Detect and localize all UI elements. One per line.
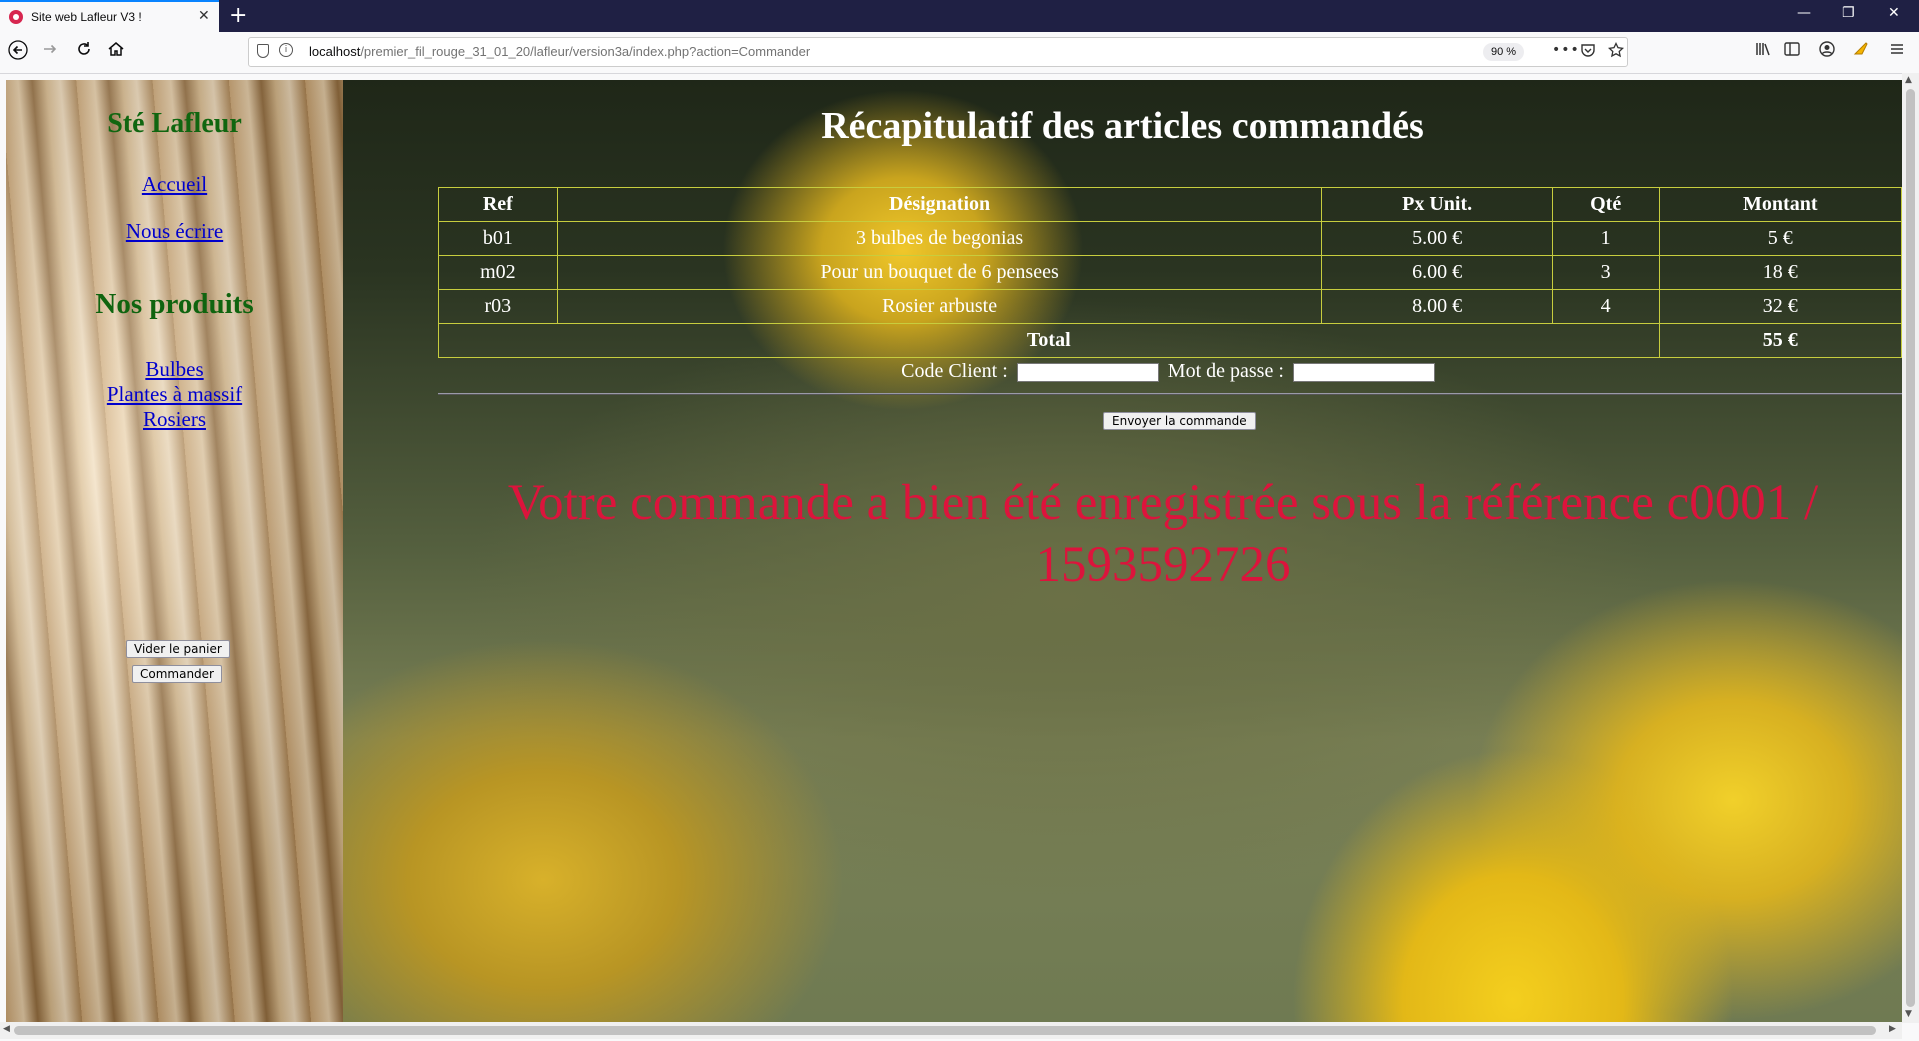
reload-icon[interactable] [72,40,96,64]
total-row: Total 55 € [438,323,1902,358]
browser-tab[interactable]: Site web Lafleur V3 ! ✕ [0,0,219,32]
cell-amount: 5 € [1658,221,1902,256]
sidebar-icon[interactable] [1783,40,1801,62]
column-header-quantity: Qté [1551,187,1660,222]
page-title: Récapitulatif des articles commandés [821,105,1424,147]
home-icon[interactable] [104,40,128,64]
cell-quantity: 4 [1551,289,1660,324]
extension-icon[interactable] [1852,40,1870,62]
password-label: Mot de passe : [1167,360,1284,382]
close-tab-icon[interactable]: ✕ [198,8,210,24]
order-confirmation-message: Votre commande a bien été enregistrée so… [507,475,1819,593]
divider [438,393,1902,395]
column-header-unit-price: Px Unit. [1321,187,1553,222]
products-heading: Nos produits [95,288,254,320]
nav-link-nous-ecrire[interactable]: Nous écrire [6,219,343,244]
scroll-up-icon[interactable]: ▲ [1905,75,1912,85]
close-window-button[interactable]: ✕ [1888,5,1900,21]
site-title: Sté Lafleur [107,108,242,139]
web-page: Sté Lafleur Accueil Nous écrire Nos prod… [6,80,1902,1022]
library-icon[interactable] [1754,40,1772,62]
password-input[interactable] [1292,362,1435,382]
back-arrow-icon[interactable] [6,40,30,64]
more-icon[interactable]: ••• [1552,42,1580,58]
product-link-bulbes[interactable]: Bulbes [6,357,343,382]
cell-unit-price: 8.00 € [1321,289,1553,324]
zoom-level-badge[interactable]: 90 % [1483,43,1525,61]
scroll-right-icon[interactable]: ▶ [1889,1024,1896,1034]
scroll-down-icon[interactable]: ▼ [1905,1009,1912,1019]
column-header-designation: Désignation [556,187,1323,222]
client-code-label: Code Client : [901,360,1008,382]
horizontal-scrollbar[interactable]: ◀ ▶ [0,1022,1902,1039]
order-button[interactable]: Commander [132,665,222,683]
pocket-icon[interactable] [1580,42,1596,62]
table-header-row: Ref Désignation Px Unit. Qté Montant [438,187,1902,222]
url-text[interactable]: localhost/premier_fil_rouge_31_01_20/laf… [309,44,810,59]
table-row: b01 3 bulbes de begonias 5.00 € 1 5 € [438,221,1902,256]
cell-unit-price: 6.00 € [1321,255,1553,290]
navigation-toolbar: i localhost/premier_fil_rouge_31_01_20/l… [0,32,1919,74]
table-row: m02 Pour un bouquet de 6 pensees 6.00 € … [438,255,1902,290]
tab-title: Site web Lafleur V3 ! [31,10,142,24]
order-summary-table: Ref Désignation Px Unit. Qté Montant b01… [438,187,1902,358]
vertical-scrollbar[interactable]: ▲ ▼ [1902,73,1919,1023]
main-content: Récapitulatif des articles commandés Ref… [343,80,1902,1022]
table-row: r03 Rosier arbuste 8.00 € 4 32 € [438,289,1902,324]
menu-icon[interactable] [1888,40,1906,62]
forward-arrow-icon[interactable] [38,40,62,64]
restore-button[interactable]: ❐ [1842,5,1855,21]
send-order-button[interactable]: Envoyer la commande [1103,412,1256,430]
login-form: Code Client : Mot de passe : [438,360,1902,383]
product-link-rosiers[interactable]: Rosiers [6,407,343,432]
cell-quantity: 3 [1551,255,1660,290]
cell-ref: m02 [438,255,558,290]
cell-amount: 32 € [1658,289,1902,324]
cell-designation: Pour un bouquet de 6 pensees [556,255,1323,290]
url-bar[interactable]: i localhost/premier_fil_rouge_31_01_20/l… [248,37,1628,67]
total-value: 55 € [1658,323,1902,358]
new-tab-button[interactable]: + [229,3,247,28]
client-code-input[interactable] [1016,362,1159,382]
account-icon[interactable] [1818,40,1836,62]
info-icon[interactable]: i [279,43,293,57]
empty-cart-button[interactable]: Vider le panier [126,640,230,658]
tab-bar: Site web Lafleur V3 ! ✕ + — ❐ ✕ [0,0,1919,32]
column-header-ref: Ref [438,187,558,222]
scroll-left-icon[interactable]: ◀ [3,1024,10,1034]
cell-amount: 18 € [1658,255,1902,290]
favicon-icon [9,10,23,24]
star-icon[interactable] [1607,41,1625,62]
sidebar: Sté Lafleur Accueil Nous écrire Nos prod… [6,80,343,1022]
cell-ref: b01 [438,221,558,256]
cell-unit-price: 5.00 € [1321,221,1553,256]
product-link-plantes-a-massif[interactable]: Plantes à massif [6,382,343,407]
horizontal-scroll-thumb[interactable] [14,1026,1876,1035]
minimize-button[interactable]: — [1797,5,1811,21]
cell-designation: 3 bulbes de begonias [556,221,1323,256]
cell-quantity: 1 [1551,221,1660,256]
cell-ref: r03 [438,289,558,324]
cell-designation: Rosier arbuste [556,289,1323,324]
total-label: Total [438,323,1660,358]
nav-link-accueil[interactable]: Accueil [6,172,343,197]
column-header-amount: Montant [1658,187,1902,222]
vertical-scroll-thumb[interactable] [1906,89,1915,1007]
shield-icon[interactable] [257,44,269,58]
